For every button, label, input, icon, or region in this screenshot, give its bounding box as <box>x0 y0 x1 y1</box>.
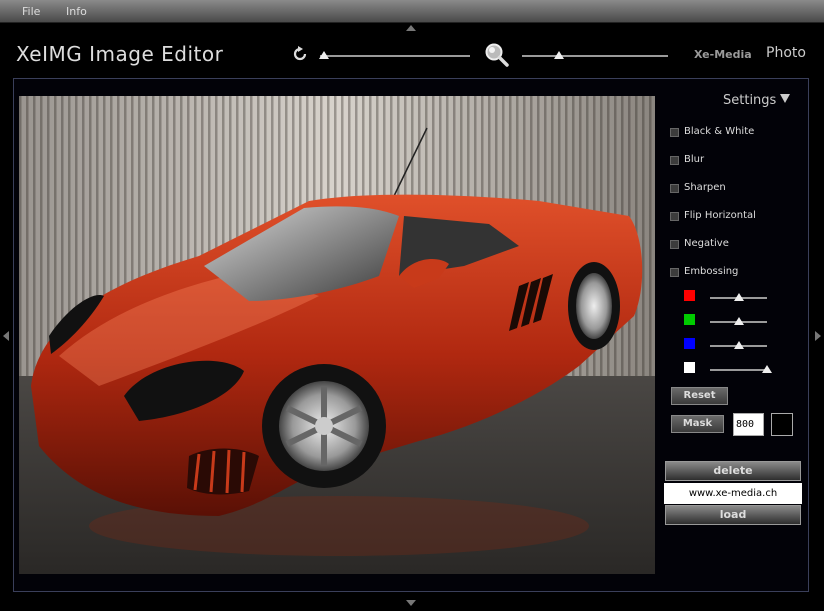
red-slider-knob[interactable] <box>733 293 744 301</box>
load-button[interactable]: load <box>665 505 801 525</box>
checkbox[interactable] <box>670 212 679 221</box>
checkbox[interactable] <box>670 128 679 137</box>
green-swatch <box>684 314 695 325</box>
white-swatch <box>684 362 695 373</box>
blue-slider-knob[interactable] <box>733 341 744 349</box>
menu-bar: File Info <box>0 0 824 23</box>
blue-swatch <box>684 338 695 349</box>
white-slider-knob[interactable] <box>762 365 772 373</box>
green-slider-knob[interactable] <box>733 317 744 325</box>
menu-info[interactable]: Info <box>66 5 87 18</box>
checkbox[interactable] <box>670 240 679 249</box>
arrow-up-icon[interactable] <box>406 25 416 31</box>
checkbox[interactable] <box>670 268 679 277</box>
car-photo <box>19 96 655 574</box>
brand-label[interactable]: Xe-Media <box>694 48 752 61</box>
zoom-slider-track[interactable] <box>522 55 668 57</box>
option-label: Negative <box>684 238 729 249</box>
mask-input[interactable]: 800 <box>733 413 764 436</box>
magnifier-icon[interactable] <box>484 42 510 68</box>
delete-button[interactable]: delete <box>665 461 801 481</box>
url-input[interactable]: www.xe-media.ch <box>664 483 802 504</box>
option-label: Flip Horizontal <box>684 210 756 221</box>
triangle-down-icon <box>780 94 791 103</box>
option-label: Black & White <box>684 126 755 137</box>
zoom-slider-knob[interactable] <box>553 51 564 59</box>
checkbox[interactable] <box>670 156 679 165</box>
app-title: XeIMG Image Editor <box>16 42 224 66</box>
rotate-slider-knob[interactable] <box>319 51 329 59</box>
photo-link[interactable]: Photo <box>766 45 806 61</box>
settings-toggle[interactable]: Settings <box>723 93 791 108</box>
white-slider-track[interactable] <box>710 369 767 371</box>
rotate-icon[interactable] <box>292 46 308 62</box>
red-swatch <box>684 290 695 301</box>
reset-button[interactable]: Reset <box>671 387 728 405</box>
option-label: Sharpen <box>684 182 726 193</box>
arrow-right-icon[interactable] <box>815 331 821 341</box>
arrow-down-icon[interactable] <box>406 600 416 606</box>
settings-label: Settings <box>723 93 777 108</box>
menu-file[interactable]: File <box>22 5 40 18</box>
photo-canvas[interactable] <box>19 96 655 574</box>
arrow-left-icon[interactable] <box>3 331 9 341</box>
checkbox[interactable] <box>670 184 679 193</box>
option-label: Embossing <box>684 266 739 277</box>
mask-button[interactable]: Mask <box>671 415 724 433</box>
rotate-slider-track[interactable] <box>320 55 470 57</box>
option-label: Blur <box>684 154 705 165</box>
mask-color-picker[interactable] <box>771 413 793 436</box>
